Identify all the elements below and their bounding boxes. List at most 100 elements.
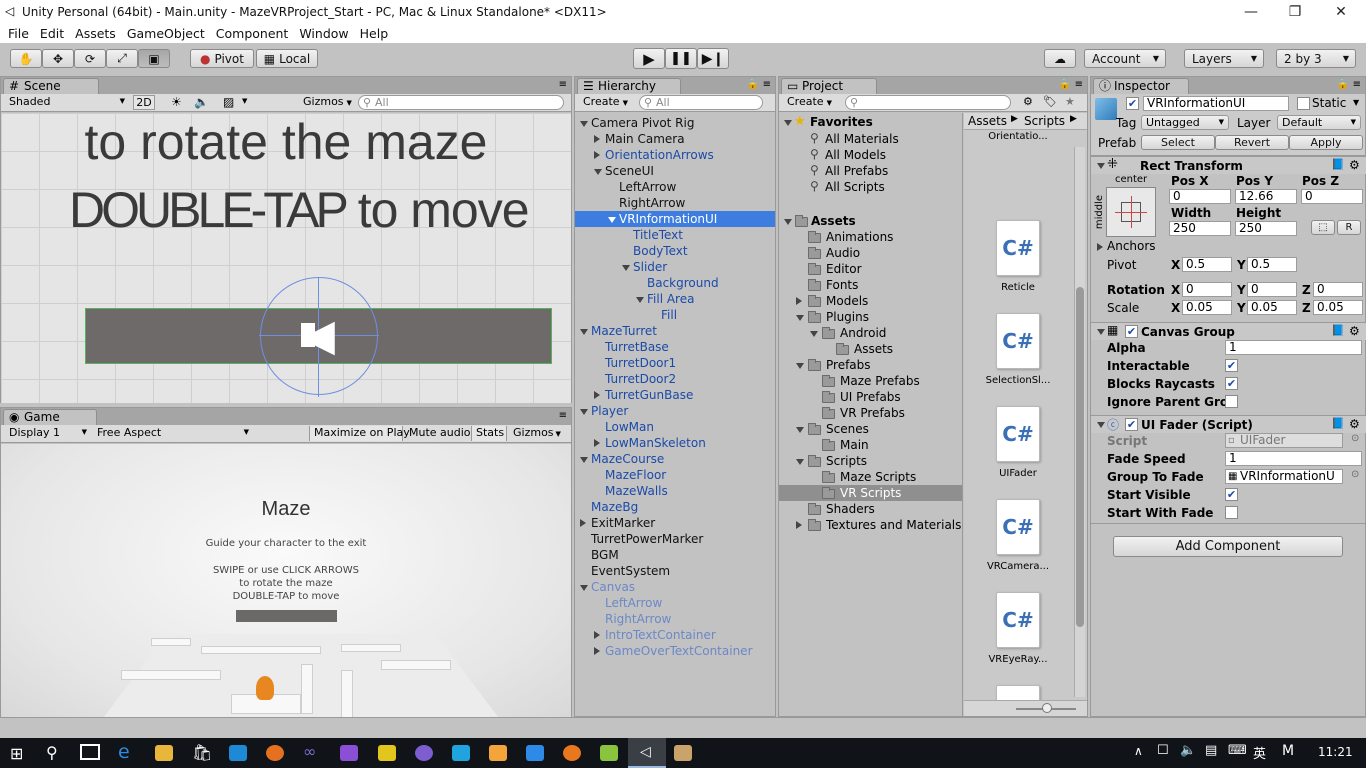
tab-project[interactable]: ▭ Project [781, 78, 877, 94]
csharp-script-icon[interactable]: C# [996, 313, 1040, 369]
chevron-up-icon[interactable]: ∧ [1134, 744, 1143, 758]
expand-arrow-icon[interactable] [594, 135, 600, 143]
expand-arrow-icon[interactable] [784, 120, 792, 126]
expand-arrow-icon[interactable] [1097, 329, 1105, 335]
step-button[interactable]: ▶❙ [697, 48, 729, 69]
edge-browser-icon[interactable]: e [118, 741, 130, 763]
csharp-script-icon[interactable]: C# [996, 499, 1040, 555]
file-explorer-icon[interactable] [155, 745, 173, 761]
hierarchy-item[interactable]: TitleText [633, 227, 683, 243]
group-to-fade-field[interactable]: ▦ VRInformationU [1225, 469, 1343, 484]
panel-menu-icon[interactable]: ≡ [559, 410, 567, 421]
static-checkbox[interactable] [1297, 97, 1310, 110]
icon-size-slider-thumb[interactable] [1042, 703, 1052, 713]
expand-arrow-icon[interactable] [580, 409, 588, 415]
assets-root-label[interactable]: Assets [811, 214, 856, 228]
pivot-toggle[interactable]: ● Pivot [190, 49, 254, 68]
game-viewport[interactable]: Maze Guide your character to the exit SW… [1, 444, 571, 717]
expand-arrow-icon[interactable] [594, 439, 600, 447]
hierarchy-item[interactable]: TurretDoor2 [605, 371, 676, 387]
hierarchy-item[interactable]: MazeFloor [605, 467, 666, 483]
ime-mode-indicator[interactable]: M [1282, 743, 1294, 759]
prefab-apply-button[interactable]: Apply [1289, 135, 1363, 150]
project-create-dropdown[interactable]: Create ▼ [783, 95, 839, 110]
favorite-item[interactable]: All Prefabs [825, 164, 888, 178]
blender-icon[interactable] [563, 745, 581, 761]
hierarchy-item[interactable]: Fill Area [647, 291, 694, 307]
csharp-script-icon[interactable]: C# [996, 592, 1040, 648]
store-icon[interactable]: 🛍 [192, 743, 212, 762]
hierarchy-item[interactable]: RightArrow [605, 611, 671, 627]
hand-tool-button[interactable]: ✋ [10, 49, 42, 68]
scale-tool-button[interactable]: ⤢ [106, 49, 138, 68]
shading-dropdown[interactable]: Shaded ▼ [5, 95, 127, 110]
expand-arrow-icon[interactable] [580, 329, 588, 335]
alpha-input[interactable]: 1 [1225, 340, 1362, 355]
hierarchy-item[interactable]: OrientationArrows [605, 147, 714, 163]
expand-arrow-icon[interactable] [594, 391, 600, 399]
csharp-script-icon[interactable]: C# [996, 220, 1040, 276]
rect-transform-header[interactable]: ⁜ Rect Transform 📘 ⚙ [1091, 156, 1366, 174]
folder-item[interactable]: Maze Scripts [840, 470, 916, 484]
help-book-icon[interactable]: 📘 [1331, 158, 1345, 171]
hierarchy-item[interactable]: EventSystem [591, 563, 670, 579]
hierarchy-item[interactable]: Camera Pivot Rig [591, 115, 694, 131]
move-tool-button[interactable]: ✥ [42, 49, 74, 68]
scene-search[interactable]: ⚲ All [358, 95, 564, 110]
gear-icon[interactable]: ⚙ [1349, 324, 1360, 338]
file-item-label[interactable]: SelectionSl... [964, 375, 1072, 386]
filter-by-label-icon[interactable]: 🏷 [1043, 95, 1057, 108]
layer-dropdown[interactable]: Default ▼ [1277, 115, 1361, 130]
hierarchy-item[interactable]: TurretPowerMarker [591, 531, 703, 547]
csharp-script-icon[interactable]: C# [996, 685, 1040, 701]
notification-center-icon[interactable]: ▤ [1205, 743, 1217, 758]
visual-studio-icon[interactable] [340, 745, 358, 761]
scale-z-input[interactable]: 0.05 [1313, 300, 1363, 315]
rotation-y-input[interactable]: 0 [1247, 282, 1297, 297]
breadcrumb-assets[interactable]: Assets [968, 114, 1007, 128]
folder-item[interactable]: UI Prefabs [840, 390, 901, 404]
app-document-icon[interactable] [674, 745, 692, 761]
pivot-y-input[interactable]: 0.5 [1247, 257, 1297, 272]
folder-item[interactable]: Textures and Materials [826, 518, 961, 532]
hierarchy-item[interactable]: Canvas [591, 579, 635, 595]
app-l-icon[interactable] [378, 745, 396, 761]
expand-arrow-icon[interactable] [594, 647, 600, 655]
expand-arrow-icon[interactable] [1097, 163, 1105, 169]
rotation-x-input[interactable]: 0 [1182, 282, 1232, 297]
gear-icon[interactable]: ⚙ [1349, 158, 1360, 172]
effects-icon[interactable]: ▨ [223, 95, 234, 109]
expand-arrow-icon[interactable] [622, 265, 630, 271]
object-picker-icon[interactable]: ⊙ [1351, 433, 1359, 444]
start-visible-checkbox[interactable]: ✔ [1225, 488, 1238, 501]
menu-gameobject[interactable]: GameObject [127, 26, 205, 41]
game-gizmos-dropdown[interactable]: Gizmos ▼ [509, 426, 567, 441]
folder-item[interactable]: Animations [826, 230, 893, 244]
expand-arrow-icon[interactable] [608, 217, 616, 223]
clock[interactable]: 11:21 [1318, 745, 1353, 759]
hierarchy-item[interactable]: Background [647, 275, 719, 291]
menu-file[interactable]: File [8, 26, 29, 41]
menu-edit[interactable]: Edit [40, 26, 64, 41]
expand-arrow-icon[interactable] [796, 427, 804, 433]
scene-viewport[interactable]: to rotate the maze DOUBLE-TAP to move ◀ [1, 113, 571, 403]
tab-inspector[interactable]: ⓘ Inspector [1093, 78, 1189, 94]
chevron-down-icon[interactable]: ▼ [1353, 98, 1359, 107]
task-view-icon[interactable] [80, 744, 100, 760]
folder-item[interactable]: Models [826, 294, 868, 308]
expand-arrow-icon[interactable] [580, 519, 586, 527]
lock-icon[interactable]: 🔒 [747, 79, 759, 90]
hierarchy-item[interactable]: BGM [591, 547, 619, 563]
visual-studio-code-icon[interactable]: ∞ [303, 742, 316, 761]
rotation-z-input[interactable]: 0 [1313, 282, 1363, 297]
raw-edit-button[interactable]: R [1337, 220, 1361, 235]
expand-arrow-icon[interactable] [594, 151, 600, 159]
hierarchy-item[interactable]: MazeTurret [591, 323, 657, 339]
ignore-parent-groups-checkbox[interactable] [1225, 395, 1238, 408]
layers-dropdown[interactable]: Layers ▼ [1184, 49, 1264, 68]
hierarchy-item[interactable]: IntroTextContainer [605, 627, 716, 643]
menu-help[interactable]: Help [360, 26, 389, 41]
interactable-checkbox[interactable]: ✔ [1225, 359, 1238, 372]
panel-menu-icon[interactable]: ≡ [1075, 79, 1083, 90]
folder-item[interactable]: Main [840, 438, 869, 452]
